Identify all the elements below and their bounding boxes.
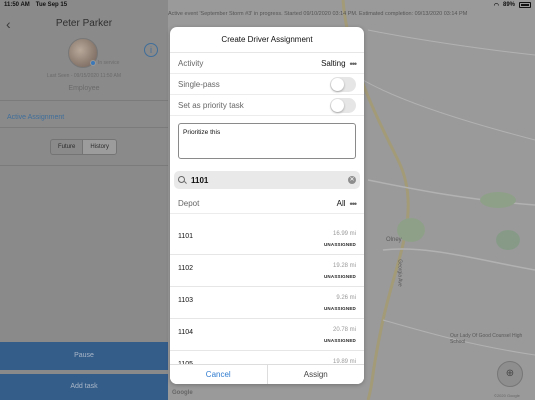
clear-icon[interactable]: ✕ [348,176,356,184]
service-status: In service [98,60,120,66]
activity-row[interactable]: Activity Salting ••• [170,54,364,74]
single-pass-row: Single-pass [170,75,364,95]
tab-future[interactable]: Future [51,140,82,154]
vehicle-status: UNASSIGNED [323,242,356,247]
wifi-icon: ◠ [493,2,499,9]
depot-row[interactable]: Depot All ••• [170,194,364,214]
vehicle-distance: 9.26 mi [336,295,356,301]
map-label-town: Olney [386,237,402,243]
status-time: 11:50 AM [4,2,30,8]
more-icon[interactable]: ••• [350,59,358,69]
event-banner: Active event 'September Storm #3' in pro… [168,11,468,17]
modal-footer: Cancel Assign [170,364,364,384]
vehicle-distance: 20.78 mi [332,327,356,333]
tab-history[interactable]: History [82,140,117,154]
driver-header: ‹ Peter Parker [0,14,168,34]
cancel-button[interactable]: Cancel [170,365,268,384]
priority-toggle[interactable] [330,98,356,113]
google-logo: Google [172,390,193,396]
assign-button[interactable]: Assign [268,365,365,384]
activity-label: Activity [178,59,204,68]
pause-button[interactable]: Pause [0,342,168,370]
road-line [382,248,535,271]
notes-textarea[interactable]: Prioritize this [178,123,356,159]
info-icon[interactable]: i [144,43,158,57]
divider [0,100,168,101]
crosshair-icon: ⊕ [505,368,515,379]
divider [0,127,168,128]
vehicle-distance: 19.28 mi [332,263,356,269]
driver-role: Employee [68,85,100,92]
list-item[interactable]: 1102 19.28 mi UNASSIGNED [170,255,364,287]
driver-name: Peter Parker [55,18,113,29]
search-input[interactable]: 1101 ✕ [174,171,360,189]
list-item[interactable]: 1104 20.78 mi UNASSIGNED [170,319,364,351]
map-label-church: Our Lady Of Good Counsel High School [450,333,523,345]
vehicle-name: 1101 [178,233,194,240]
map-copyright: ©2020 Google [494,393,520,398]
map-label-road: Georgia Ave [396,259,403,287]
more-icon[interactable]: ••• [350,199,358,209]
vehicle-name: 1103 [178,297,194,304]
vehicle-status: UNASSIGNED [323,274,356,279]
divider [0,165,168,166]
vehicle-name: 1104 [178,329,194,336]
priority-row: Set as priority task [170,96,364,116]
assignment-segmented-control: Future History [50,139,118,155]
battery-percent: 89% [502,2,515,8]
vehicle-name: 1102 [178,265,194,272]
driver-panel: ‹ Peter Parker In service i Last Seen - … [0,0,168,400]
status-dot-icon [90,60,96,66]
status-bar: 11:50 AM Tue Sep 15 ◠ 89% [0,0,535,10]
active-assignment-title[interactable]: Active Assignment [7,114,64,121]
last-seen: Last Seen - 09/15/2020 11:50 AM [46,73,122,79]
create-assignment-modal: Create Driver Assignment Activity Saltin… [170,27,364,384]
road-line [367,29,535,56]
locate-button[interactable]: ⊕ [497,361,523,387]
search-value: 1101 [191,175,209,185]
list-item[interactable]: 1103 9.26 mi UNASSIGNED [170,287,364,319]
depot-value: All [336,199,346,208]
activity-value: Salting [321,59,346,68]
vehicle-distance: 16.99 mi [332,231,356,237]
list-item[interactable]: 1101 16.99 mi UNASSIGNED [170,223,364,255]
priority-label: Set as priority task [178,101,244,110]
vehicle-status: UNASSIGNED [323,338,356,343]
single-pass-toggle[interactable] [330,77,356,92]
park-area [480,192,516,208]
vehicle-list: 1101 16.99 mi UNASSIGNED 1102 19.28 mi U… [170,223,364,383]
road-line [362,79,535,141]
battery-icon [519,2,531,8]
depot-label: Depot [178,199,200,208]
lake-area [496,230,520,250]
search-icon [178,175,187,185]
modal-title: Create Driver Assignment [170,27,364,53]
add-task-button[interactable]: Add task [0,374,168,400]
status-date: Tue Sep 15 [35,2,68,8]
single-pass-label: Single-pass [178,80,220,89]
vehicle-status: UNASSIGNED [323,306,356,311]
